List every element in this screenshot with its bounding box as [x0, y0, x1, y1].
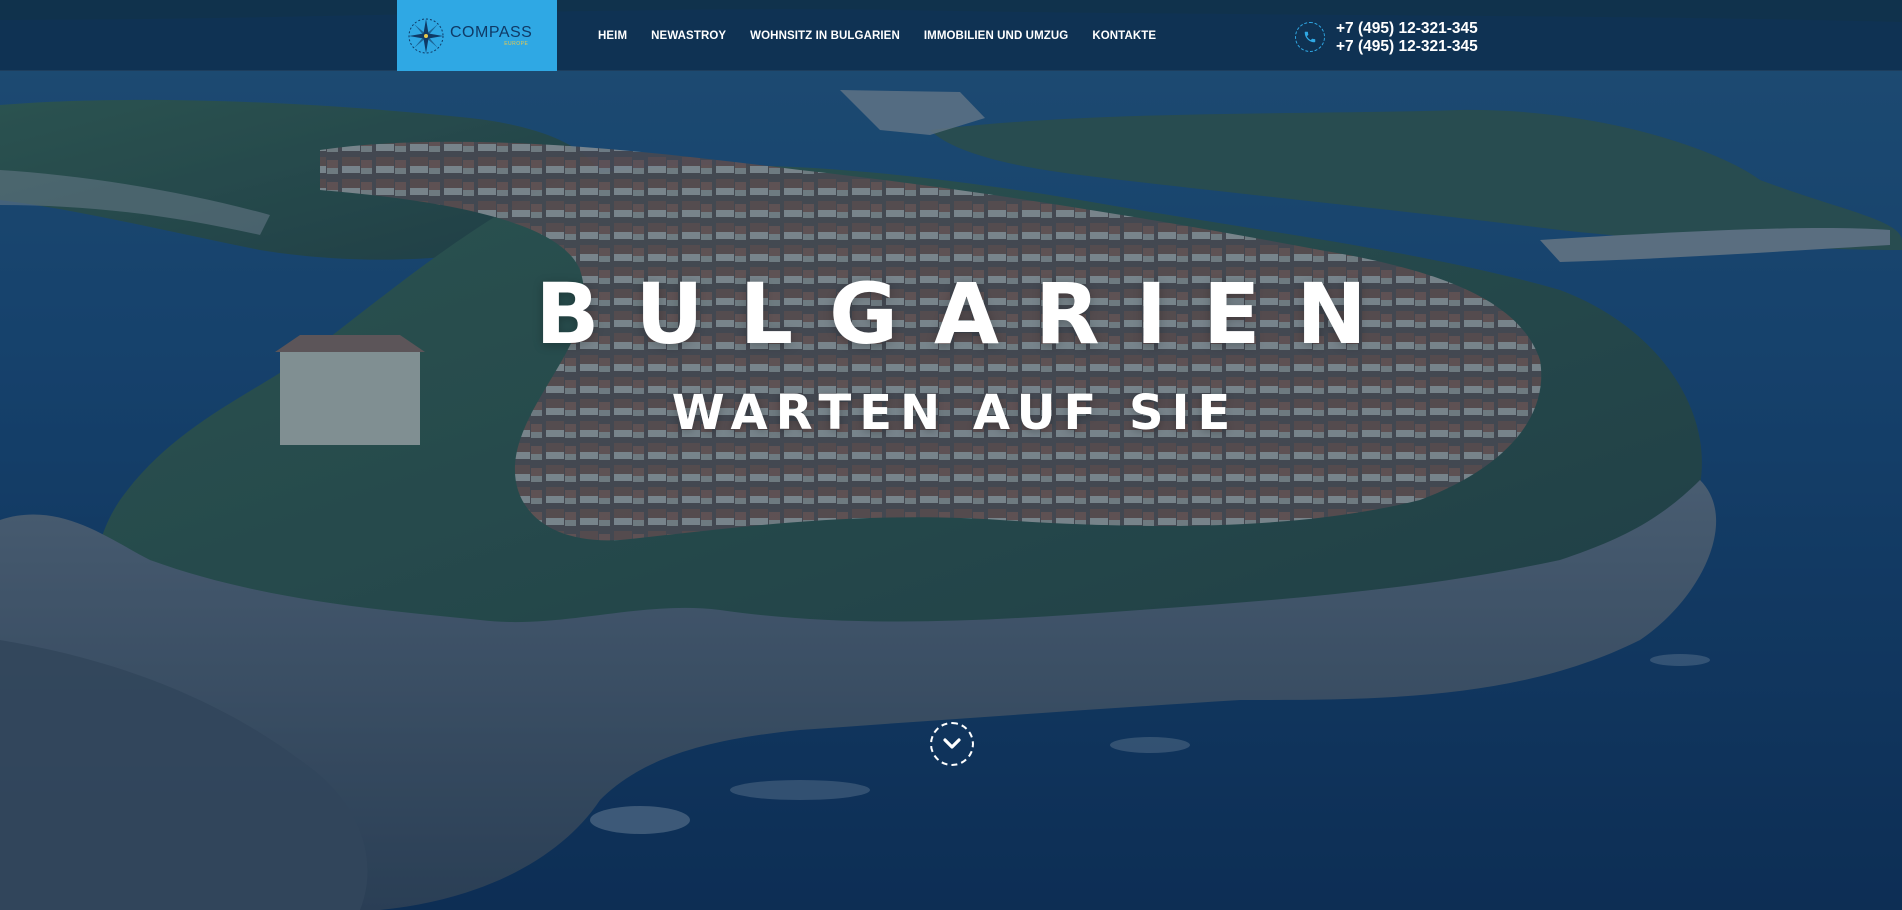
phone-icon[interactable] — [1295, 22, 1325, 52]
phone-glyph-icon — [1304, 31, 1316, 43]
chevron-down-icon — [943, 738, 961, 749]
phone-number-2[interactable]: +7 (495) 12-321-345 — [1336, 38, 1478, 56]
main-navigation: HEIM NEWASTROY WOHNSITZ IN BULGARIEN IMM… — [598, 0, 1180, 71]
nav-item-wohnsitz[interactable]: WOHNSITZ IN BULGARIEN — [750, 30, 900, 42]
logo-subtitle: EUROPE — [504, 40, 529, 47]
hero-subtitle: WARTEN AUF SIE — [671, 385, 1239, 441]
hero-background — [0, 0, 1902, 910]
nav-item-kontakte[interactable]: KONTAKTE — [1092, 30, 1156, 42]
logo-name: COMPASS — [450, 23, 533, 41]
nav-item-newastroy[interactable]: NEWASTROY — [651, 30, 726, 42]
phone-numbers: +7 (495) 12-321-345 +7 (495) 12-321-345 — [1336, 20, 1478, 56]
compass-logo-icon — [408, 18, 444, 53]
scroll-down-button[interactable] — [930, 722, 974, 766]
logo[interactable]: COMPASS EUROPE — [397, 0, 557, 71]
nav-item-immobilien[interactable]: IMMOBILIEN UND UMZUG — [924, 30, 1068, 42]
phone-number-1[interactable]: +7 (495) 12-321-345 — [1336, 20, 1478, 38]
hero-title: BULGARIEN — [535, 265, 1403, 363]
nav-item-heim[interactable]: HEIM — [598, 30, 627, 42]
site-header: COMPASS EUROPE HEIM NEWASTROY WOHNSITZ I… — [0, 0, 1902, 71]
hero-overlay — [0, 0, 1902, 910]
